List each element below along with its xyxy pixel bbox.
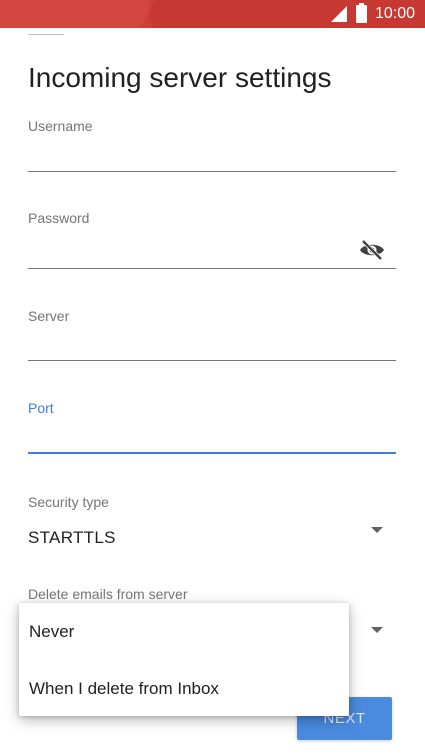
signal-icon — [330, 6, 347, 22]
port-underline — [28, 452, 396, 454]
top-divider — [28, 34, 64, 35]
server-input[interactable] — [28, 330, 396, 360]
menu-item-never[interactable]: Never — [19, 604, 349, 660]
visibility-off-icon[interactable] — [358, 238, 386, 262]
server-label: Server — [28, 308, 70, 324]
username-underline — [28, 171, 396, 172]
port-input[interactable] — [28, 422, 396, 452]
menu-item-when-delete-from-inbox[interactable]: When I delete from Inbox — [19, 661, 349, 717]
status-bar: 10:00 — [0, 0, 425, 28]
security-type-select[interactable]: STARTTLS — [28, 528, 116, 548]
username-label: Username — [28, 118, 93, 134]
chevron-down-icon[interactable] — [371, 527, 383, 533]
status-time: 10:00 — [374, 5, 415, 22]
chevron-down-icon[interactable] — [371, 627, 383, 633]
password-input[interactable] — [28, 236, 353, 266]
password-label: Password — [28, 210, 90, 226]
port-label: Port — [28, 400, 54, 416]
security-type-label: Security type — [28, 494, 109, 510]
status-icons: 10:00 — [330, 0, 415, 28]
server-underline — [28, 360, 396, 361]
battery-icon — [355, 3, 367, 23]
username-input[interactable] — [28, 140, 396, 170]
delete-emails-label: Delete emails from server — [28, 586, 188, 602]
password-underline — [28, 268, 396, 269]
page-title: Incoming server settings — [28, 62, 332, 93]
status-bar-decor — [0, 0, 150, 28]
delete-emails-dropdown-menu: Never When I delete from Inbox — [19, 603, 349, 716]
